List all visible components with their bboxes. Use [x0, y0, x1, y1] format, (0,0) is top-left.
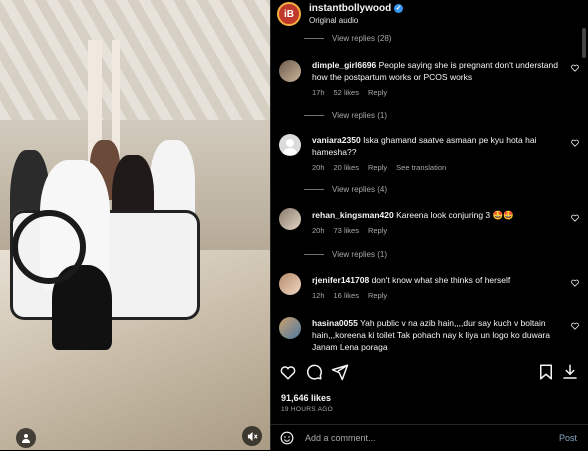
- comment-likes[interactable]: 16 likes: [334, 291, 359, 300]
- comment-text: vaniara2350 Iska ghamand saatve asmaan p…: [312, 134, 564, 158]
- comment-text: rehan_kingsman420 Kareena look conjuring…: [312, 209, 564, 221]
- replies-line: [304, 189, 324, 190]
- avatar[interactable]: [279, 134, 301, 156]
- reply-button[interactable]: Reply: [368, 226, 387, 235]
- comment-time: 20h: [312, 163, 325, 172]
- avatar[interactable]: [279, 208, 301, 230]
- comment-text: rjenifer141708 don't know what she think…: [312, 274, 564, 286]
- action-bar: [271, 363, 588, 385]
- comments-list: View replies (28) dimple_girl6696 People…: [271, 27, 588, 360]
- audio-link[interactable]: Original audio: [309, 16, 358, 25]
- view-replies-button[interactable]: View replies (4): [304, 185, 387, 194]
- comment-heart-icon[interactable]: [571, 214, 579, 222]
- comment-heart-icon[interactable]: [571, 322, 579, 330]
- comment-composer: Add a comment... Post: [271, 424, 588, 451]
- comment-meta: 17h 52 likes Reply: [312, 88, 396, 97]
- comment-username[interactable]: rehan_kingsman420: [312, 210, 394, 220]
- share-icon[interactable]: [331, 363, 349, 381]
- avatar[interactable]: iB: [277, 2, 301, 26]
- comment-username[interactable]: vaniara2350: [312, 135, 361, 145]
- comment-heart-icon[interactable]: [571, 64, 579, 72]
- comment-meta: 20h 73 likes Reply: [312, 226, 396, 235]
- comment-icon[interactable]: [305, 363, 323, 381]
- comment-time: 12h: [312, 291, 325, 300]
- comment-username[interactable]: dimple_girl6696: [312, 60, 376, 70]
- default-avatar-icon: [282, 139, 298, 155]
- user-tag-icon[interactable]: [16, 428, 36, 448]
- emoji-icon[interactable]: [280, 431, 294, 445]
- avatar-initials: iB: [284, 8, 294, 20]
- view-replies-button[interactable]: View replies (1): [304, 250, 387, 259]
- video-ceiling-backdrop: [0, 0, 270, 120]
- view-replies-label: View replies (1): [332, 111, 387, 120]
- view-replies-label: View replies (28): [332, 34, 392, 43]
- post-button[interactable]: Post: [559, 433, 577, 443]
- reply-button[interactable]: Reply: [368, 163, 387, 172]
- view-replies-button[interactable]: View replies (28): [304, 34, 391, 43]
- avatar[interactable]: [279, 273, 301, 295]
- replies-line: [304, 115, 324, 116]
- heart-icon[interactable]: [279, 363, 297, 381]
- comment-likes[interactable]: 52 likes: [334, 88, 359, 97]
- comment-likes[interactable]: 73 likes: [334, 226, 359, 235]
- comment-text: hasina0055 Yah public v na azib hain,,,,…: [312, 317, 564, 353]
- reel-video[interactable]: [0, 0, 270, 450]
- comment-text: dimple_girl6696 People saying she is pre…: [312, 59, 564, 83]
- steering-wheel: [12, 210, 86, 284]
- replies-line: [304, 38, 324, 39]
- comment-username[interactable]: hasina0055: [312, 318, 358, 328]
- view-replies-button[interactable]: View replies (1): [304, 111, 387, 120]
- comment-heart-icon[interactable]: [571, 139, 579, 147]
- username-text: instantbollywood: [309, 3, 392, 14]
- reply-button[interactable]: Reply: [368, 88, 387, 97]
- comment-meta: 20h 20 likes Reply See translation: [312, 163, 455, 172]
- comment-heart-icon[interactable]: [571, 279, 579, 287]
- comment-body: Kareena look conjuring 3 🤩🤩: [396, 210, 514, 220]
- replies-line: [304, 254, 324, 255]
- comment-likes[interactable]: 20 likes: [334, 163, 359, 172]
- view-replies-label: View replies (1): [332, 250, 387, 259]
- comments-panel: iB instantbollywood ✓ Original audio View…: [271, 0, 588, 450]
- comment-meta: 12h 16 likes Reply: [312, 291, 396, 300]
- mute-icon[interactable]: [242, 426, 262, 446]
- comment-body: don't know what she thinks of herself: [371, 275, 511, 285]
- likes-count[interactable]: 91,646 likes: [281, 393, 331, 403]
- comment-time: 17h: [312, 88, 325, 97]
- verified-badge-icon: ✓: [394, 4, 404, 13]
- post-header: iB instantbollywood ✓ Original audio: [271, 0, 588, 27]
- comment-username[interactable]: rjenifer141708: [312, 275, 369, 285]
- see-translation-button[interactable]: See translation: [396, 163, 446, 172]
- post-username[interactable]: instantbollywood ✓: [309, 3, 404, 14]
- reply-button[interactable]: Reply: [368, 291, 387, 300]
- download-icon[interactable]: [561, 363, 579, 381]
- bookmark-icon[interactable]: [537, 363, 555, 381]
- view-replies-label: View replies (4): [332, 185, 387, 194]
- comment-input[interactable]: Add a comment...: [305, 433, 376, 443]
- post-timestamp: 19 HOURS AGO: [281, 406, 334, 413]
- avatar[interactable]: [279, 317, 301, 339]
- comment-time: 20h: [312, 226, 325, 235]
- avatar[interactable]: [279, 60, 301, 82]
